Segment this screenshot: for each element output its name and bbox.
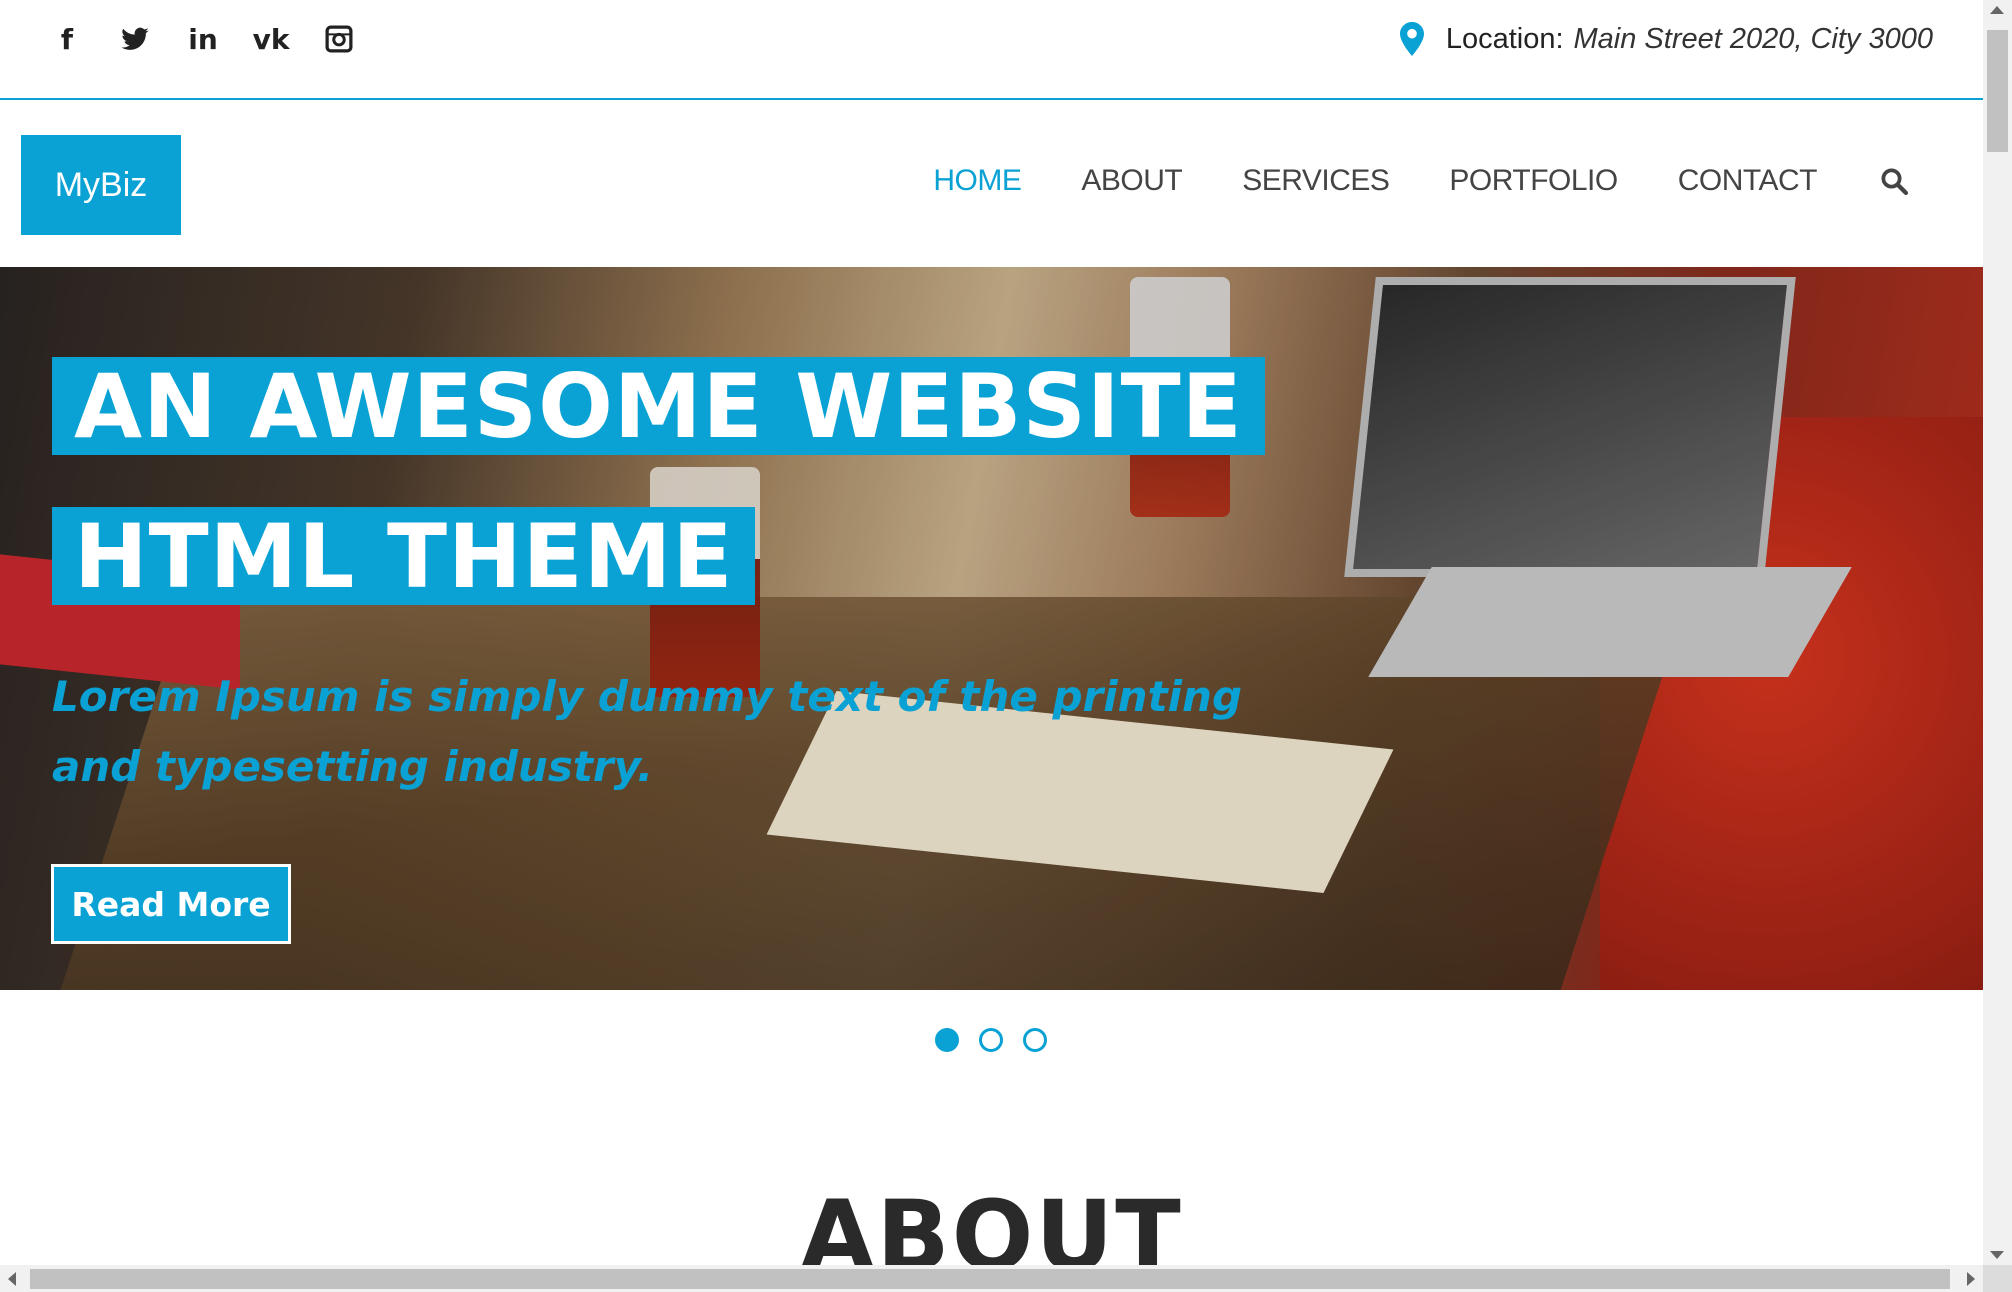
social-links: f in vk <box>48 20 358 58</box>
site-logo[interactable]: MyBiz <box>21 135 181 235</box>
horizontal-scrollbar[interactable] <box>0 1265 1983 1292</box>
scroll-up-arrow-icon[interactable] <box>1990 6 2004 14</box>
hero-title-line-2: HTML THEME <box>52 507 756 605</box>
location-value: Main Street 2020, City 3000 <box>1573 22 1933 55</box>
nav-contact[interactable]: CONTACT <box>1678 164 1818 198</box>
facebook-icon[interactable]: f <box>48 20 86 58</box>
location-label: Location: <box>1445 22 1564 55</box>
main-nav: HOME ABOUT SERVICES PORTFOLIO CONTACT <box>873 164 1909 198</box>
slider-dot-3[interactable] <box>1023 1028 1047 1052</box>
slider-dot-1[interactable] <box>935 1028 959 1052</box>
twitter-icon[interactable] <box>116 20 154 58</box>
vk-icon[interactable]: vk <box>252 20 290 58</box>
scroll-right-arrow-icon[interactable] <box>1967 1272 1975 1286</box>
nav-portfolio[interactable]: PORTFOLIO <box>1449 164 1618 198</box>
scroll-left-arrow-icon[interactable] <box>8 1272 16 1286</box>
hero-title: AN AWESOME WEBSITE HTML THEME <box>52 357 1265 657</box>
read-more-button[interactable]: Read More <box>51 864 291 944</box>
hero-subtitle: Lorem Ipsum is simply dummy text of the … <box>52 672 1243 791</box>
location-info: Location: Main Street 2020, City 3000 <box>1399 22 1933 56</box>
horizontal-scroll-thumb[interactable] <box>30 1269 1950 1289</box>
hero-title-line-1: AN AWESOME WEBSITE <box>52 357 1265 455</box>
nav-services[interactable]: SERVICES <box>1242 164 1390 198</box>
scrollbar-corner <box>1983 1265 2012 1292</box>
slider-dot-2[interactable] <box>979 1028 1003 1052</box>
scroll-down-arrow-icon[interactable] <box>1990 1251 2004 1259</box>
nav-home[interactable]: HOME <box>933 164 1022 198</box>
hero-slider: AN AWESOME WEBSITE HTML THEME Lorem Ipsu… <box>0 267 1983 990</box>
nav-about[interactable]: ABOUT <box>1081 164 1182 198</box>
vertical-scroll-thumb[interactable] <box>1987 30 2008 152</box>
search-icon[interactable] <box>1879 166 1909 196</box>
main-header: MyBiz HOME ABOUT SERVICES PORTFOLIO CONT… <box>0 102 1983 267</box>
map-pin-icon <box>1399 22 1424 56</box>
vertical-scrollbar[interactable] <box>1983 0 2012 1265</box>
top-bar: f in vk Location: Main Street 2020, City… <box>0 0 1983 100</box>
instagram-icon[interactable] <box>320 20 358 58</box>
linkedin-icon[interactable]: in <box>184 20 222 58</box>
slider-pagination <box>935 1028 1047 1052</box>
